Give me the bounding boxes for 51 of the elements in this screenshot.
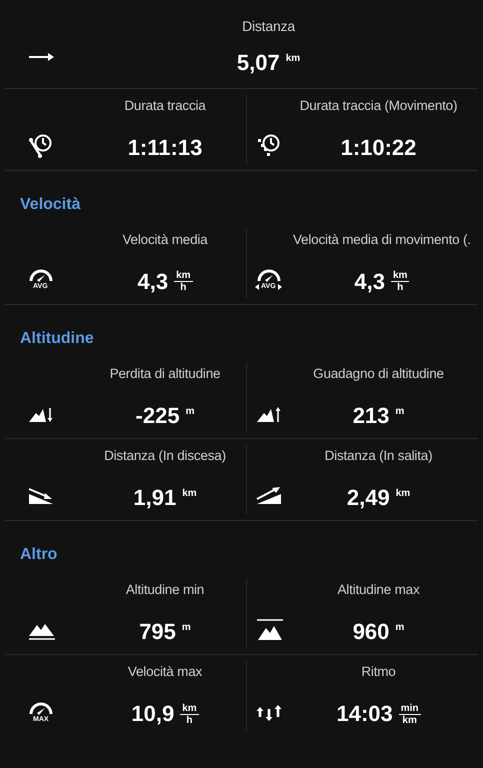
unit: km	[286, 53, 300, 64]
stat-value: 10,9	[131, 701, 174, 727]
downhill-icon	[28, 486, 54, 505]
stat-value: -225	[136, 402, 180, 428]
stat-label: Perdita di altitudine	[110, 365, 220, 383]
section-title: Altro	[20, 545, 58, 565]
clock-icon	[28, 132, 54, 159]
stat-label: Durata traccia	[124, 97, 206, 115]
stat-label: Velocità max	[128, 663, 202, 681]
unit: m	[182, 622, 191, 632]
mountain-icon	[256, 404, 282, 423]
unit: m	[395, 406, 404, 416]
section-title: Velocità	[20, 195, 80, 215]
arrows-icon	[256, 702, 282, 722]
unit-fraction: km h	[390, 270, 410, 293]
clock-icon	[256, 132, 282, 159]
stat-label: Durata traccia (Movimento)	[300, 97, 458, 115]
stat-label: Guadagno di altitudine	[313, 365, 444, 383]
speedometer-icon	[256, 268, 282, 282]
stat-value: 4,3	[137, 268, 168, 294]
stat-label: Velocità media	[122, 231, 208, 249]
stat-value: 795	[139, 618, 176, 644]
unit: m	[395, 622, 404, 632]
speedometer-icon	[28, 701, 54, 715]
stat-label: Distanza (In salita)	[324, 447, 432, 465]
section-title: Altitudine	[20, 329, 94, 349]
unit: m	[186, 406, 194, 416]
unit: km	[396, 488, 410, 498]
stat-label: Velocità media di movimento (.	[293, 231, 471, 249]
unit-fraction: km h	[180, 702, 199, 726]
uphill-icon	[256, 486, 282, 505]
stat-value: 213	[352, 402, 390, 428]
stat-value: 4,3	[354, 268, 385, 294]
stat-value: 1:10:22	[340, 134, 416, 160]
stat-value: 960	[352, 618, 390, 644]
stat-value: 14:03	[336, 701, 393, 727]
unit: km	[182, 488, 197, 498]
speedometer-icon	[28, 268, 54, 282]
unit-fraction: km h	[174, 270, 193, 293]
stat-value: 5,07	[236, 50, 280, 76]
stat-label: Distanza (In discesa)	[104, 447, 226, 465]
stat-label: Ritmo	[361, 663, 396, 681]
arrow-icon	[28, 51, 56, 63]
stat-value: 2,49	[346, 484, 390, 510]
stat-label: Distanza	[242, 17, 295, 35]
stat-value: 1:11:13	[128, 134, 202, 160]
mountain-icon	[256, 618, 284, 641]
stat-label: Altitudine min	[126, 581, 204, 599]
stat-label: Altitudine max	[338, 581, 420, 599]
unit-fraction: min km	[398, 702, 421, 726]
stat-value: 1,91	[133, 484, 176, 510]
